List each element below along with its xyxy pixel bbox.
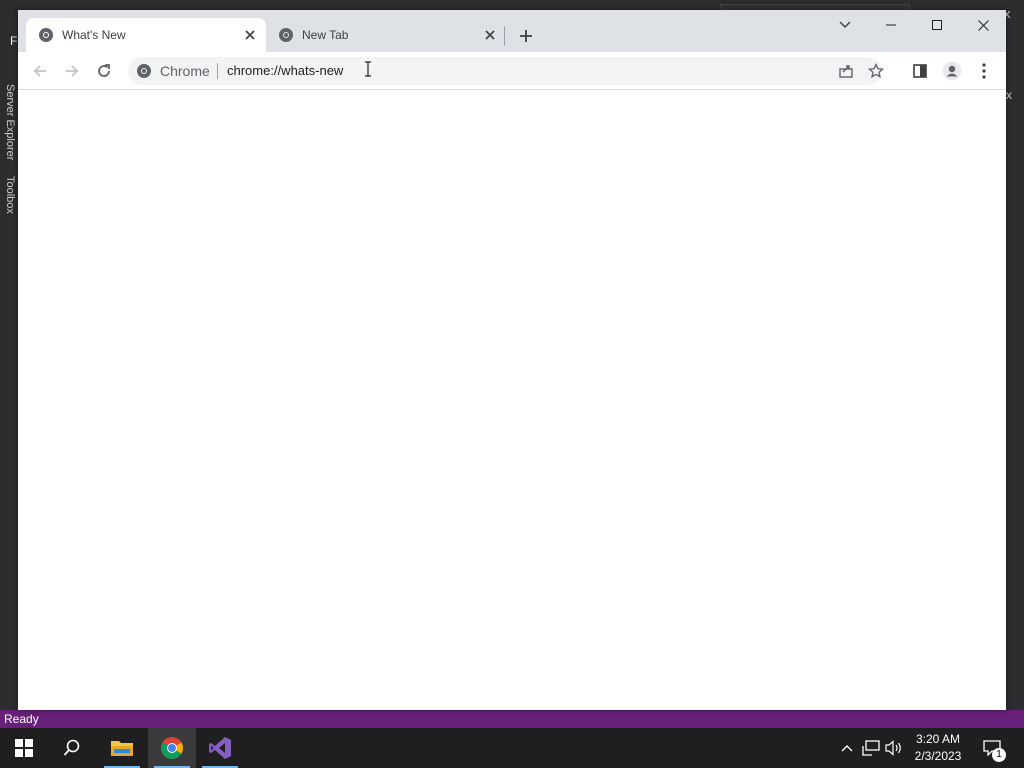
minimize-button[interactable] xyxy=(868,10,914,40)
vs-status-text: Ready xyxy=(4,712,39,726)
chrome-logo-icon xyxy=(137,64,151,78)
visual-studio-icon xyxy=(209,737,231,759)
tab-whats-new[interactable]: What's New xyxy=(26,18,266,52)
close-window-button[interactable] xyxy=(960,10,1006,40)
text-cursor-icon xyxy=(365,61,371,77)
site-chip[interactable]: Chrome xyxy=(160,63,210,79)
tab-title: What's New xyxy=(62,28,126,42)
chrome-window: What's New New Tab Chrome chrome://whats… xyxy=(18,10,1006,710)
folder-icon xyxy=(111,741,133,756)
bookmark-button[interactable] xyxy=(862,57,890,85)
taskbar-chrome[interactable] xyxy=(148,728,196,768)
show-hidden-icons-button[interactable] xyxy=(837,738,857,758)
taskbar-file-explorer[interactable] xyxy=(98,728,146,768)
star-icon xyxy=(868,63,884,79)
browser-toolbar: Chrome chrome://whats-new xyxy=(18,52,1006,90)
tab-separator xyxy=(504,26,505,46)
address-bar[interactable]: Chrome chrome://whats-new xyxy=(128,57,884,85)
search-button[interactable] xyxy=(48,728,96,768)
vs-tab-toolbox[interactable]: Toolbox xyxy=(2,176,16,214)
maximize-button[interactable] xyxy=(914,10,960,40)
chrome-logo-icon xyxy=(161,737,183,759)
new-tab-button[interactable] xyxy=(514,24,538,48)
maximize-icon xyxy=(932,20,942,30)
chevron-down-icon xyxy=(839,21,851,28)
windows-logo-icon xyxy=(15,739,33,757)
page-content xyxy=(18,90,1006,710)
profile-icon xyxy=(942,61,962,81)
share-button[interactable] xyxy=(832,57,860,85)
volume-button[interactable] xyxy=(884,738,904,758)
url-text[interactable]: chrome://whats-new xyxy=(227,63,343,79)
vs-tab-server-explorer[interactable]: Server Explorer xyxy=(2,84,16,160)
tab-new-tab[interactable]: New Tab xyxy=(266,18,506,52)
chrome-favicon-icon xyxy=(279,28,293,42)
reload-icon xyxy=(98,64,110,77)
network-button[interactable] xyxy=(861,738,881,758)
side-panel-icon xyxy=(913,64,927,78)
arrow-right-icon xyxy=(66,65,79,77)
search-icon xyxy=(63,739,80,756)
tab-search-button[interactable] xyxy=(822,10,868,40)
vs-menu-file[interactable]: F xyxy=(10,34,17,48)
taskbar-clock[interactable]: 3:20 AM 2/3/2023 xyxy=(906,731,970,765)
plus-icon xyxy=(520,30,532,42)
menu-button[interactable] xyxy=(970,57,998,85)
close-icon xyxy=(977,19,989,31)
vs-left-panel-strip: Server Explorer Toolbox xyxy=(0,54,18,710)
network-icon xyxy=(862,740,880,756)
windows-taskbar: 3:20 AM 2/3/2023 xyxy=(0,728,1024,768)
three-dots-icon xyxy=(982,63,986,79)
notification-count-badge: 1 xyxy=(992,748,1006,762)
tab-title: New Tab xyxy=(302,28,349,42)
close-icon[interactable] xyxy=(480,25,500,45)
taskbar-visual-studio[interactable] xyxy=(196,728,244,768)
arrow-left-icon xyxy=(33,65,46,77)
side-panel-button[interactable] xyxy=(906,57,934,85)
back-button[interactable] xyxy=(26,57,54,85)
chrome-favicon-icon xyxy=(39,28,53,42)
clock-date: 2/3/2023 xyxy=(914,749,962,763)
clock-time: 3:20 AM xyxy=(915,732,961,746)
volume-icon xyxy=(885,740,901,756)
tab-strip: What's New New Tab xyxy=(18,10,1006,52)
vs-right-panel-strip xyxy=(1006,28,1024,710)
minimize-icon xyxy=(886,24,896,26)
forward-button[interactable] xyxy=(58,57,86,85)
start-button[interactable] xyxy=(0,728,48,768)
chevron-up-icon xyxy=(841,745,853,752)
profile-button[interactable] xyxy=(938,57,966,85)
share-icon xyxy=(839,65,853,78)
vs-panel-close-glyph[interactable]: x xyxy=(1006,88,1012,102)
reload-button[interactable] xyxy=(90,57,118,85)
close-icon[interactable] xyxy=(240,25,260,45)
omnibox-divider xyxy=(217,63,218,79)
vs-status-bar: Ready xyxy=(0,710,1024,728)
